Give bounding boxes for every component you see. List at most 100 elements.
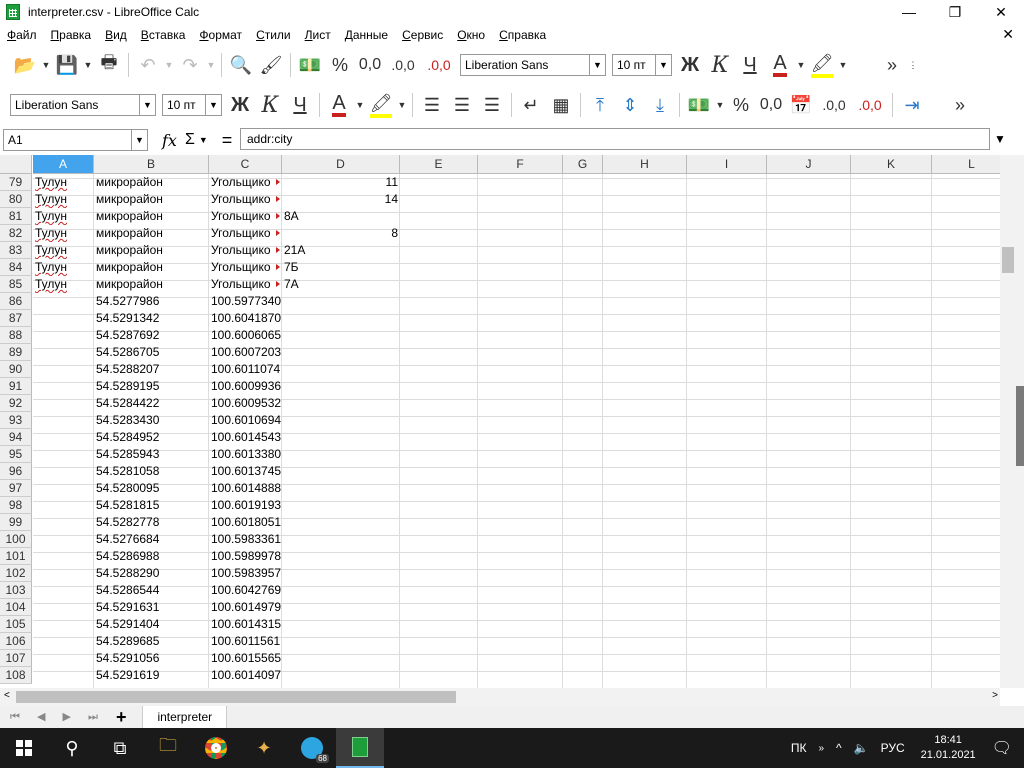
cell-c106[interactable]: 100.6011561 bbox=[209, 633, 282, 650]
italic-icon[interactable]: К bbox=[707, 52, 733, 78]
align-top-icon[interactable]: ⤒ bbox=[587, 92, 613, 118]
row-header[interactable]: 91 bbox=[0, 378, 32, 395]
italic-icon[interactable]: К bbox=[257, 92, 283, 118]
open-icon[interactable]: 📂 bbox=[12, 52, 38, 78]
cell-c82[interactable]: Угольщико bbox=[209, 225, 282, 242]
chevron-down-icon[interactable]: ▼ bbox=[655, 55, 671, 75]
function-wizard-icon[interactable]: fx bbox=[162, 131, 177, 150]
row-header[interactable]: 93 bbox=[0, 412, 32, 429]
cell-b86[interactable]: 54.5277986 bbox=[94, 293, 209, 310]
formula-icon[interactable]: = bbox=[222, 130, 233, 151]
cell-b97[interactable]: 54.5280095 bbox=[94, 480, 209, 497]
menu-insert[interactable]: Вставка bbox=[134, 28, 193, 42]
cell-c80[interactable]: Угольщико bbox=[209, 191, 282, 208]
cell-c101[interactable]: 100.5989978 bbox=[209, 548, 282, 565]
percent-format-icon[interactable]: % bbox=[728, 92, 754, 118]
column-header-l[interactable]: L bbox=[932, 155, 1000, 174]
sheet-tab-interpreter[interactable]: interpreter bbox=[142, 706, 228, 728]
cell-b98[interactable]: 54.5281815 bbox=[94, 497, 209, 514]
cell-c89[interactable]: 100.6007203 bbox=[209, 344, 282, 361]
row-header[interactable]: 95 bbox=[0, 446, 32, 463]
telegram-icon[interactable]: 68 bbox=[288, 728, 336, 768]
undo-dropdown-icon[interactable]: ▼ bbox=[163, 52, 175, 78]
cell-b104[interactable]: 54.5291631 bbox=[94, 599, 209, 616]
row-header[interactable]: 92 bbox=[0, 395, 32, 412]
row-header[interactable]: 104 bbox=[0, 599, 32, 616]
cell-b79[interactable]: микрорайон bbox=[94, 174, 209, 191]
name-box[interactable]: A1 ▼ bbox=[3, 129, 148, 151]
cell-c81[interactable]: Угольщико bbox=[209, 208, 282, 225]
column-header-h[interactable]: H bbox=[603, 155, 687, 174]
menu-file[interactable]: Файл bbox=[0, 28, 44, 42]
row-header[interactable]: 103 bbox=[0, 582, 32, 599]
delete-decimal-icon[interactable]: .0,0 bbox=[854, 92, 886, 118]
row-header[interactable]: 108 bbox=[0, 667, 32, 684]
cell-c93[interactable]: 100.6010694 bbox=[209, 412, 282, 429]
cell-a79[interactable]: Тулун bbox=[33, 174, 94, 191]
cell-b108[interactable]: 54.5291619 bbox=[94, 667, 209, 684]
redo-dropdown-icon[interactable]: ▼ bbox=[205, 52, 217, 78]
align-center-icon[interactable]: ☰ bbox=[449, 92, 475, 118]
toolbar-overflow-icon[interactable]: » bbox=[879, 52, 905, 78]
cell-a81[interactable]: Тулун bbox=[33, 208, 94, 225]
column-header-c[interactable]: C bbox=[209, 155, 282, 174]
cell-c100[interactable]: 100.5983361 bbox=[209, 531, 282, 548]
chevron-down-icon[interactable]: ▼ bbox=[131, 130, 147, 150]
notifications-icon[interactable]: 🗨 bbox=[992, 738, 1012, 758]
toolbar-overflow-dropdown-icon[interactable]: ⋮ bbox=[907, 52, 919, 78]
cell-b101[interactable]: 54.5286988 bbox=[94, 548, 209, 565]
column-header-e[interactable]: E bbox=[400, 155, 478, 174]
sum-icon[interactable]: Σ bbox=[185, 131, 195, 149]
column-header-k[interactable]: K bbox=[851, 155, 932, 174]
minimize-button[interactable]: — bbox=[886, 0, 932, 24]
cell-b95[interactable]: 54.5285943 bbox=[94, 446, 209, 463]
cell-c94[interactable]: 100.6014543 bbox=[209, 429, 282, 446]
highlight-color-icon[interactable]: 🖍 bbox=[368, 92, 394, 118]
date-format-icon[interactable]: 📅 bbox=[788, 92, 814, 118]
row-header[interactable]: 106 bbox=[0, 633, 32, 650]
row-header[interactable]: 89 bbox=[0, 344, 32, 361]
column-header-i[interactable]: I bbox=[687, 155, 767, 174]
font-color-dropdown-icon[interactable]: ▼ bbox=[354, 92, 366, 118]
font-color-dropdown-icon[interactable]: ▼ bbox=[795, 52, 807, 78]
cell-d79[interactable]: 11 bbox=[282, 174, 400, 191]
number-format-icon[interactable]: 0,0 bbox=[357, 52, 383, 78]
cell-b102[interactable]: 54.5288290 bbox=[94, 565, 209, 582]
chevron-down-icon[interactable]: ▼ bbox=[139, 95, 155, 115]
cell-c95[interactable]: 100.6013380 bbox=[209, 446, 282, 463]
currency-dropdown-icon[interactable]: ▼ bbox=[714, 92, 726, 118]
side-panel-handle[interactable] bbox=[1016, 386, 1024, 466]
cell-a82[interactable]: Тулун bbox=[33, 225, 94, 242]
currency-format-icon[interactable]: 💵 bbox=[686, 92, 712, 118]
row-header[interactable]: 97 bbox=[0, 480, 32, 497]
align-left-icon[interactable]: ☰ bbox=[419, 92, 445, 118]
expand-formula-icon[interactable]: ▼ bbox=[994, 132, 1006, 146]
row-header[interactable]: 107 bbox=[0, 650, 32, 667]
cell-b80[interactable]: микрорайон bbox=[94, 191, 209, 208]
last-sheet-icon[interactable]: ⏭ bbox=[88, 711, 98, 723]
font-color-icon[interactable]: A bbox=[767, 52, 793, 78]
horizontal-scrollbar[interactable]: < > bbox=[0, 688, 1000, 706]
chevron-down-icon[interactable]: ▼ bbox=[205, 95, 221, 115]
column-header-f[interactable]: F bbox=[478, 155, 563, 174]
row-header[interactable]: 102 bbox=[0, 565, 32, 582]
row-header[interactable]: 86 bbox=[0, 293, 32, 310]
font-size-combo[interactable]: 10 пт ▼ bbox=[612, 54, 672, 76]
menu-window[interactable]: Окно bbox=[450, 28, 492, 42]
center-vertically-icon[interactable]: ⇕ bbox=[617, 92, 643, 118]
row-header[interactable]: 105 bbox=[0, 616, 32, 633]
row-header[interactable]: 90 bbox=[0, 361, 32, 378]
cell-b99[interactable]: 54.5282778 bbox=[94, 514, 209, 531]
cell-d81[interactable]: 8А bbox=[282, 208, 400, 225]
menu-format[interactable]: Формат bbox=[192, 28, 249, 42]
column-header-a[interactable]: A bbox=[33, 155, 94, 174]
wrap-text-icon[interactable]: ↵ bbox=[518, 92, 544, 118]
align-bottom-icon[interactable]: ⤓ bbox=[647, 92, 673, 118]
cell-b93[interactable]: 54.5283430 bbox=[94, 412, 209, 429]
open-dropdown-icon[interactable]: ▼ bbox=[40, 52, 52, 78]
cell-c79[interactable]: Угольщико bbox=[209, 174, 282, 191]
close-document-icon[interactable]: ✕ bbox=[1002, 26, 1014, 43]
search-icon[interactable]: ⚲ bbox=[48, 728, 96, 768]
clone-formatting-icon[interactable]: 🖌 bbox=[258, 52, 284, 78]
underline-icon[interactable]: Ч bbox=[287, 92, 313, 118]
